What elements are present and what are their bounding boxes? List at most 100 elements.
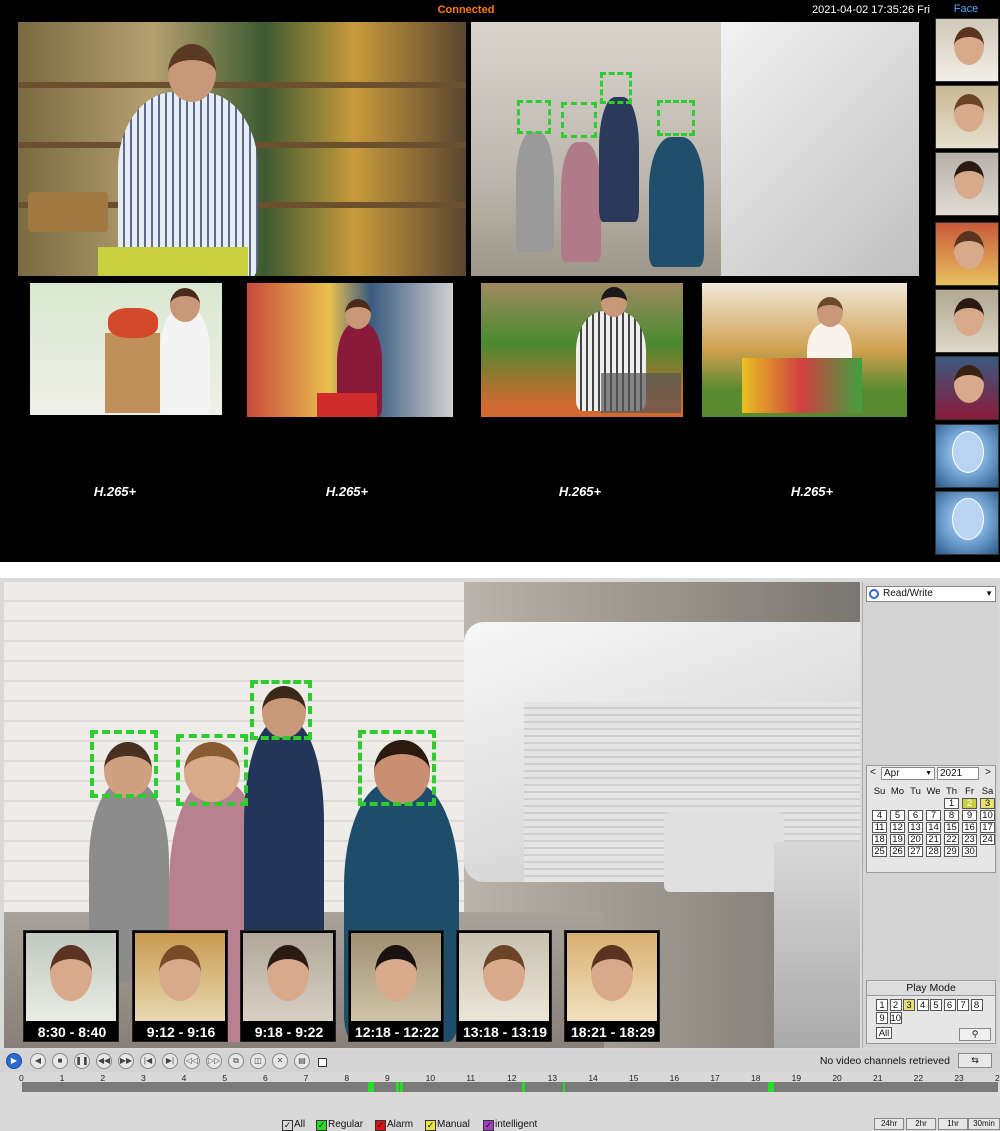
calendar-day[interactable]: 29 — [944, 846, 959, 857]
channel-button[interactable]: 8 — [970, 999, 983, 1011]
calendar-day[interactable]: 25 — [872, 846, 887, 857]
calendar-day[interactable]: 24 — [980, 834, 995, 845]
face-event-thumb[interactable]: 8:30 - 8:40 — [23, 930, 119, 1042]
camera-view-2[interactable] — [471, 22, 919, 276]
camera-view-1[interactable] — [18, 22, 466, 276]
face-event-thumb[interactable]: 12:18 - 12:22 — [348, 930, 444, 1042]
pause-button[interactable]: ❚❚ — [74, 1053, 90, 1069]
prev-frame-button[interactable]: |◀ — [140, 1053, 156, 1069]
timeline-record[interactable] — [367, 1082, 375, 1092]
channel-button[interactable]: 6 — [943, 999, 956, 1011]
timeline-record[interactable] — [522, 1082, 525, 1092]
face-event-thumb[interactable]: 9:18 - 9:22 — [240, 930, 336, 1042]
prev-month-button[interactable]: < — [870, 767, 876, 778]
face-recognition-template[interactable] — [935, 424, 999, 488]
channel-button[interactable]: 7 — [957, 999, 969, 1011]
zoom-1hr-button[interactable]: 1hr — [938, 1118, 968, 1130]
sync-button[interactable]: ⇆ — [958, 1053, 992, 1068]
forward-30s-button[interactable]: ▷▷ — [206, 1053, 222, 1069]
calendar-day[interactable]: 1 — [944, 798, 959, 809]
calendar-day[interactable]: 14 — [926, 822, 941, 833]
camera-view-3[interactable] — [30, 283, 222, 415]
face-recognition-template[interactable] — [935, 491, 999, 555]
stream-mode-select[interactable]: Read/Write ▼ — [866, 586, 996, 602]
calendar-day[interactable]: 28 — [926, 846, 941, 857]
face-event-thumb[interactable]: 18:21 - 18:29 — [564, 930, 660, 1042]
snapshot-button[interactable]: ◫ — [250, 1053, 266, 1069]
option-checkbox[interactable] — [318, 1058, 327, 1067]
next-frame-button[interactable]: ▶| — [162, 1053, 178, 1069]
legend-alarm[interactable]: ✓ Alarm — [375, 1119, 413, 1131]
face-capture-thumb[interactable] — [935, 356, 999, 420]
face-capture-thumb[interactable] — [935, 18, 999, 82]
face-event-thumb[interactable]: 13:18 - 13:19 — [456, 930, 552, 1042]
face-capture-thumb[interactable] — [935, 85, 999, 149]
channel-all-button[interactable]: All — [876, 1027, 892, 1039]
calendar-day[interactable]: 20 — [908, 834, 923, 845]
calendar-day[interactable]: 19 — [890, 834, 905, 845]
clip-button[interactable]: ⧉ — [228, 1053, 244, 1069]
legend-regular[interactable]: ✓ Regular — [316, 1119, 363, 1131]
channel-button[interactable]: 1 — [876, 999, 888, 1011]
calendar-day[interactable]: 12 — [890, 822, 905, 833]
timeline-record[interactable] — [396, 1082, 399, 1092]
close-icon[interactable]: ✕ — [272, 1053, 288, 1069]
search-button[interactable]: ⚲ — [959, 1028, 991, 1041]
calendar-day[interactable]: 17 — [980, 822, 995, 833]
month-select[interactable]: Apr ▼ — [881, 767, 935, 780]
legend-intelligent[interactable]: ✓ intelligent — [483, 1119, 537, 1131]
face-event-thumb[interactable]: 9:12 - 9:16 — [132, 930, 228, 1042]
codec-label-2: H.265+ — [325, 484, 369, 499]
channel-button[interactable]: 2 — [889, 999, 902, 1011]
zoom-2hr-button[interactable]: 2hr — [906, 1118, 936, 1130]
calendar-day[interactable]: 22 — [944, 834, 959, 845]
legend-all[interactable]: ✓ All — [282, 1119, 305, 1131]
reverse-play-button[interactable]: ◀ — [30, 1053, 46, 1069]
calendar-day[interactable]: 11 — [872, 822, 887, 833]
calendar-day[interactable]: 4 — [872, 810, 887, 821]
timeline-record[interactable] — [400, 1082, 403, 1092]
year-field[interactable]: 2021 — [937, 767, 979, 780]
timeline-record[interactable] — [562, 1082, 565, 1092]
calendar-day[interactable]: 15 — [944, 822, 959, 833]
next-month-button[interactable]: > — [985, 767, 991, 778]
camera-view-4[interactable] — [247, 283, 453, 417]
calendar-day[interactable]: 3 — [980, 798, 995, 809]
face-capture-thumb[interactable] — [935, 152, 999, 216]
calendar-day[interactable]: 10 — [980, 810, 995, 821]
calendar-day[interactable]: 16 — [962, 822, 977, 833]
rewind-30s-button[interactable]: ◁◁ — [184, 1053, 200, 1069]
channel-button[interactable]: 9 — [876, 1012, 888, 1024]
zoom-24hr-button[interactable]: 24hr — [874, 1118, 904, 1130]
calendar-day[interactable]: 6 — [908, 810, 923, 821]
calendar-day[interactable]: 18 — [872, 834, 887, 845]
calendar-day[interactable]: 26 — [890, 846, 905, 857]
camera-view-5[interactable] — [481, 283, 683, 417]
calendar-day[interactable]: 7 — [926, 810, 941, 821]
camera-view-6[interactable] — [702, 283, 907, 417]
channel-button[interactable]: 10 — [889, 1012, 902, 1024]
fast-forward-button[interactable]: ▶▶ — [118, 1053, 134, 1069]
calendar-day[interactable]: 23 — [962, 834, 977, 845]
calendar-day[interactable]: 5 — [890, 810, 905, 821]
timeline-bar[interactable] — [22, 1082, 998, 1092]
slow-button[interactable]: ◀◀ — [96, 1053, 112, 1069]
channel-button[interactable]: 4 — [916, 999, 929, 1011]
face-capture-thumb[interactable] — [935, 289, 999, 353]
zoom-30min-button[interactable]: 30min — [968, 1118, 1000, 1130]
calendar-day[interactable]: 13 — [908, 822, 923, 833]
calendar-day[interactable]: 2 — [962, 798, 977, 809]
calendar-day[interactable]: 30 — [962, 846, 977, 857]
channel-button[interactable]: 3 — [903, 999, 915, 1011]
timeline-record[interactable] — [768, 1082, 774, 1092]
face-capture-thumb[interactable] — [935, 222, 999, 286]
legend-manual[interactable]: ✓ Manual — [425, 1119, 470, 1131]
calendar-day[interactable]: 21 — [926, 834, 941, 845]
calendar-day[interactable]: 8 — [944, 810, 959, 821]
backup-button[interactable]: ▤ — [294, 1053, 310, 1069]
calendar-day[interactable]: 27 — [908, 846, 923, 857]
calendar-day[interactable]: 9 — [962, 810, 977, 821]
channel-button[interactable]: 5 — [930, 999, 942, 1011]
stop-button[interactable]: ■ — [52, 1053, 68, 1069]
play-button[interactable]: ▶ — [6, 1053, 22, 1069]
